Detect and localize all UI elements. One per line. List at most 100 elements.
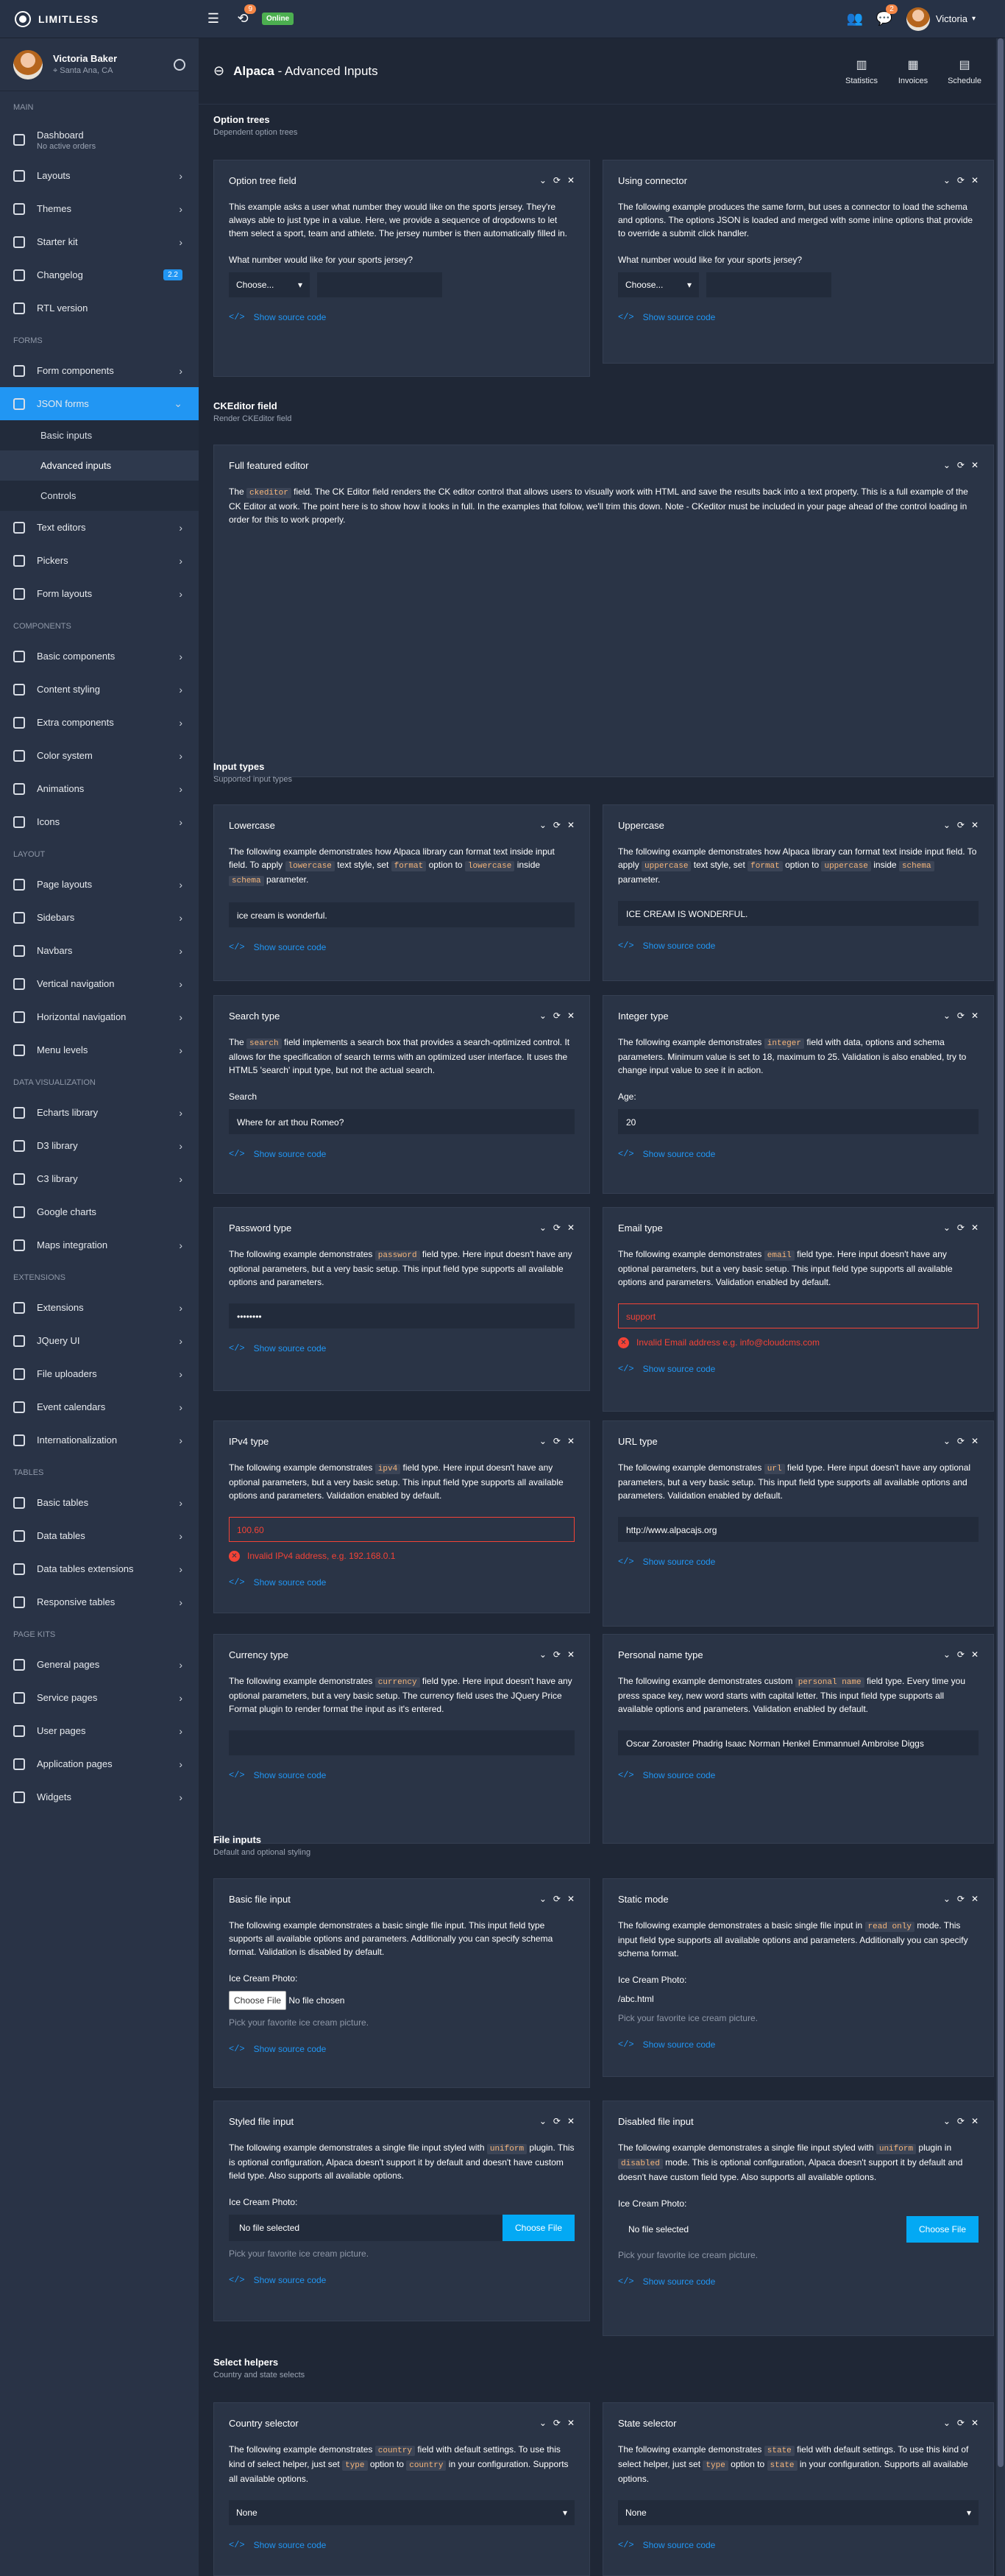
reload-icon[interactable]: ⟳ [553,1436,561,1446]
collapse-icon[interactable]: ⌄ [943,1649,951,1660]
sidebar-item-google-charts[interactable]: Google charts [0,1195,199,1228]
sidebar-item-dashboard[interactable]: Dashboard No active orders [0,121,199,159]
close-icon[interactable]: ✕ [971,1894,979,1904]
reload-icon[interactable]: ⟳ [553,2418,561,2428]
statistics-button[interactable]: ▥ Statistics [836,57,887,85]
sport-select[interactable]: Choose... ▾ [618,272,699,297]
sidebar-item-content-styling[interactable]: Content styling › [0,673,199,706]
user-menu[interactable]: Victoria ▾ [906,7,976,31]
ipv4-input[interactable]: 100.60 [229,1517,575,1542]
sidebar-item-icons[interactable]: Icons › [0,805,199,838]
sidebar-item-basic-components[interactable]: Basic components › [0,640,199,673]
reload-icon[interactable]: ⟳ [957,2116,965,2126]
sidebar-item-internationalization[interactable]: Internationalization › [0,1423,199,1457]
currency-input[interactable] [229,1730,575,1755]
sidebar-item-rtl[interactable]: RTL version [0,291,199,325]
sidebar-item-user-pages[interactable]: User pages › [0,1714,199,1747]
reload-icon[interactable]: ⟳ [957,460,965,470]
show-source-link[interactable]: </> Show source code [618,939,979,952]
sidebar-item-responsive-tables[interactable]: Responsive tables › [0,1585,199,1618]
close-icon[interactable]: ✕ [567,1436,575,1446]
sidebar-item-json-forms[interactable]: JSON forms ⌄ [0,387,199,420]
show-source-link[interactable]: </> Show source code [229,1342,575,1355]
sidebar-item-widgets[interactable]: Widgets › [0,1780,199,1814]
collapse-icon[interactable]: ⌄ [539,1436,547,1446]
show-source-link[interactable]: </> Show source code [618,1147,979,1161]
collapse-icon[interactable]: ⌄ [943,1222,951,1233]
users-button[interactable]: 👥 [840,0,870,38]
sidebar-item-jquery-ui[interactable]: JQuery UI › [0,1324,199,1357]
schedule-button[interactable]: ▤ Schedule [939,57,990,85]
sidebar-item-basic-tables[interactable]: Basic tables › [0,1486,199,1519]
close-icon[interactable]: ✕ [971,460,979,470]
close-icon[interactable]: ✕ [567,1894,575,1904]
reload-icon[interactable]: ⟳ [553,2116,561,2126]
show-source-link[interactable]: </> Show source code [618,1362,979,1376]
sidebar-item-themes[interactable]: Themes › [0,192,199,225]
reload-icon[interactable]: ⟳ [957,2418,965,2428]
close-icon[interactable]: ✕ [971,2116,979,2126]
personal-name-input[interactable]: Oscar Zoroaster Phadrig Isaac Norman Hen… [618,1730,979,1755]
sidebar-item-color-system[interactable]: Color system › [0,739,199,772]
show-source-link[interactable]: </> Show source code [618,1555,979,1568]
reload-icon[interactable]: ⟳ [553,175,561,185]
reload-icon[interactable]: ⟳ [553,1222,561,1233]
close-icon[interactable]: ✕ [567,175,575,185]
collapse-icon[interactable]: ⌄ [943,175,951,185]
sidebar-item-echarts[interactable]: Echarts library › [0,1096,199,1129]
collapse-icon[interactable]: ⌄ [943,1894,951,1904]
close-icon[interactable]: ✕ [567,2418,575,2428]
collapse-icon[interactable]: ⌄ [943,2116,951,2126]
lowercase-input[interactable]: ice cream is wonderful. [229,902,575,927]
sidebar-item-extensions[interactable]: Extensions › [0,1291,199,1324]
sidebar-item-form-layouts[interactable]: Form layouts › [0,577,199,610]
brand[interactable]: LIMITLESS [0,10,199,27]
age-input[interactable]: 20 [618,1109,979,1134]
close-icon[interactable]: ✕ [971,175,979,185]
show-source-link[interactable]: </> Show source code [618,2038,979,2051]
sidebar-item-service-pages[interactable]: Service pages › [0,1681,199,1714]
sidebar-item-horizontal-navigation[interactable]: Horizontal navigation › [0,1000,199,1033]
show-source-link[interactable]: </> Show source code [229,2274,575,2287]
reload-icon[interactable]: ⟳ [553,1011,561,1021]
reload-icon[interactable]: ⟳ [957,1436,965,1446]
uppercase-input[interactable]: ICE CREAM IS WONDERFUL. [618,901,979,926]
sidebar-item-menu-levels[interactable]: Menu levels › [0,1033,199,1066]
password-input[interactable]: •••••••• [229,1303,575,1328]
reload-icon[interactable]: ⟳ [957,1011,965,1021]
collapse-icon[interactable]: ⌄ [539,1649,547,1660]
notifications-button[interactable]: ⟲ 9 [228,0,258,38]
sidebar-item-page-layouts[interactable]: Page layouts › [0,868,199,901]
show-source-link[interactable]: </> Show source code [618,311,979,324]
show-source-link[interactable]: </> Show source code [618,1769,979,1782]
show-source-link[interactable]: </> Show source code [229,311,575,324]
show-source-link[interactable]: </> Show source code [229,941,575,954]
collapse-icon[interactable]: ⌄ [943,460,951,470]
collapse-icon[interactable]: ⌄ [539,1011,547,1021]
state-select[interactable]: None ▾ [618,2500,979,2525]
close-icon[interactable]: ✕ [971,1011,979,1021]
close-icon[interactable]: ✕ [567,1011,575,1021]
messages-button[interactable]: 💬 2 [870,0,899,38]
sidebar-item-data-tables[interactable]: Data tables › [0,1519,199,1552]
reload-icon[interactable]: ⟳ [957,1222,965,1233]
collapse-icon[interactable]: ⌄ [943,1436,951,1446]
search-input[interactable]: Where for art thou Romeo? [229,1109,575,1134]
collapse-icon[interactable]: ⌄ [943,1011,951,1021]
menu-toggle-button[interactable]: ☰ [199,0,228,38]
sidebar-item-animations[interactable]: Animations › [0,772,199,805]
collapse-icon[interactable]: ⌄ [539,175,547,185]
choose-file-button[interactable]: Choose File [229,1991,287,2010]
sidebar-item-general-pages[interactable]: General pages › [0,1648,199,1681]
sidebar-item-form-components[interactable]: Form components › [0,354,199,387]
country-select[interactable]: None ▾ [229,2500,575,2525]
email-input[interactable]: support [618,1303,979,1328]
reload-icon[interactable]: ⟳ [957,1894,965,1904]
sidebar-item-pickers[interactable]: Pickers › [0,544,199,577]
sidebar-item-starter-kit[interactable]: Starter kit › [0,225,199,258]
gear-icon[interactable] [174,58,185,71]
sidebar-item-d3[interactable]: D3 library › [0,1129,199,1162]
reload-icon[interactable]: ⟳ [553,1649,561,1660]
show-source-link[interactable]: </> Show source code [229,1769,575,1782]
reload-icon[interactable]: ⟳ [553,1894,561,1904]
